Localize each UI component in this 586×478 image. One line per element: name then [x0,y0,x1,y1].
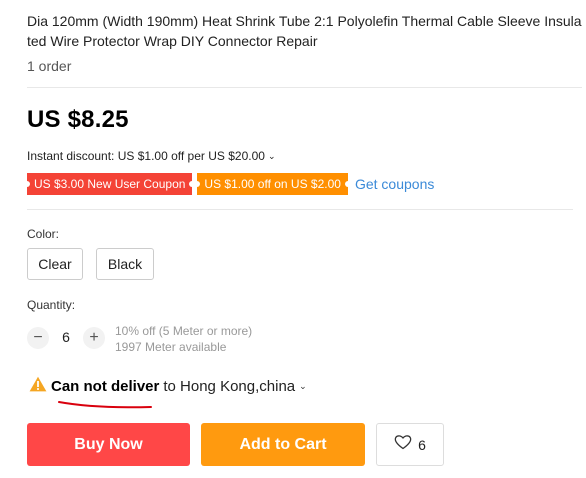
coupon-row: US $3.00 New User Coupon US $1.00 off on… [23,173,434,195]
new-user-coupon[interactable]: US $3.00 New User Coupon [23,173,196,195]
divider [27,209,573,210]
order-count: 1 order [27,58,72,74]
product-price: US $8.25 [27,106,129,133]
heart-icon [394,434,412,455]
delivery-destination: to Hong Kong,china [163,377,296,395]
quantity-label: Quantity: [27,298,76,312]
quantity-increase-button[interactable]: + [83,327,105,349]
quantity-value[interactable]: 6 [58,329,74,345]
warning-icon [29,376,47,396]
buy-now-button[interactable]: Buy Now [27,423,190,466]
divider [27,87,582,88]
wishlist-count: 6 [418,436,426,453]
instant-discount[interactable]: Instant discount: US $1.00 off per US $2… [27,149,275,163]
quantity-info: 10% off (5 Meter or more) 1997 Meter ava… [115,323,252,355]
delivery-status: Can not deliver [51,377,160,395]
color-option-black[interactable]: Black [96,248,154,280]
instant-discount-text: Instant discount: US $1.00 off per US $2… [27,149,265,163]
quantity-decrease-button[interactable]: − [27,327,49,349]
spend-coupon[interactable]: US $1.00 off on US $2.00 [194,173,351,195]
handwritten-underline [58,401,152,409]
chevron-down-icon: ⌄ [267,151,276,161]
bulk-discount-note: 10% off (5 Meter or more) [115,324,253,338]
color-label: Color: [27,227,60,241]
product-title: Dia 120mm (Width 190mm) Heat Shrink Tube… [27,13,582,49]
color-option-clear[interactable]: Clear [27,248,83,280]
delivery-info[interactable]: Can not deliver to Hong Kong,china ⌄ [29,376,307,396]
add-to-cart-button[interactable]: Add to Cart [201,423,365,466]
chevron-down-icon: ⌄ [299,380,307,391]
get-coupons-link[interactable]: Get coupons [355,176,434,192]
stock-available: 1997 Meter available [115,340,227,354]
wishlist-button[interactable]: 6 [376,423,444,466]
